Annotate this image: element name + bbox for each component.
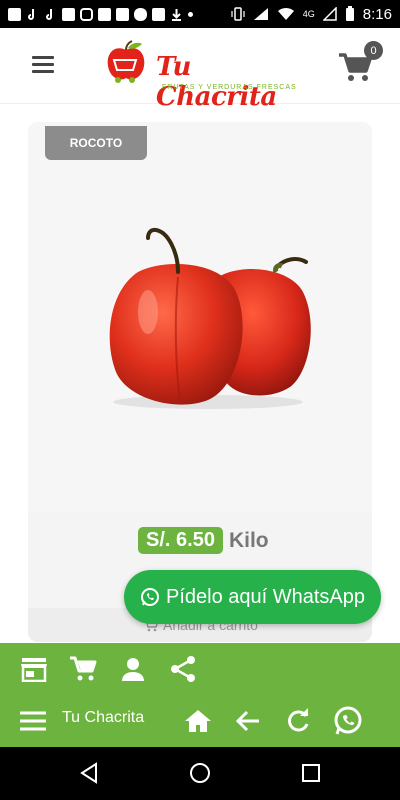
cart-count-badge: 0 bbox=[364, 41, 383, 60]
battery-icon bbox=[345, 6, 354, 21]
home-icon[interactable] bbox=[183, 706, 213, 736]
menu-line bbox=[32, 70, 54, 73]
system-icons: 4G 8:16 bbox=[231, 6, 392, 23]
back-icon[interactable] bbox=[77, 761, 101, 785]
share-icon[interactable] bbox=[168, 654, 198, 684]
person-icon[interactable] bbox=[118, 654, 148, 684]
menu-icon[interactable] bbox=[18, 706, 48, 736]
tiktok-icon bbox=[26, 8, 39, 21]
app-screen: 4G 8:16 Tu Chacrita FRUTAS Y VERDURAS FR… bbox=[0, 0, 400, 800]
clock: 8:16 bbox=[362, 5, 392, 23]
vibrate-icon bbox=[231, 7, 245, 21]
app-title-label[interactable]: Tu Chacrita bbox=[62, 709, 144, 727]
product-image[interactable] bbox=[28, 122, 372, 512]
whatsapp-icon[interactable] bbox=[333, 706, 363, 736]
photo-icon bbox=[152, 7, 165, 21]
facebook-icon bbox=[8, 7, 21, 21]
app-header: Tu Chacrita FRUTAS Y VERDURAS FRESCAS 0 bbox=[0, 28, 400, 112]
instagram-icon bbox=[80, 7, 93, 21]
product-name-tag: ROCOTO bbox=[45, 126, 147, 160]
signal-icon bbox=[322, 7, 337, 21]
apple-cart-logo-icon bbox=[107, 40, 145, 83]
brand-logo[interactable]: Tu Chacrita FRUTAS Y VERDURAS FRESCAS bbox=[104, 34, 300, 112]
product-card[interactable]: ROCOTO S/. 6.50 Kilo Añadir a carrito bbox=[28, 122, 372, 642]
menu-line bbox=[32, 56, 54, 59]
rocoto-pepper-image bbox=[109, 227, 311, 409]
refresh-icon[interactable] bbox=[283, 706, 313, 736]
home-circle-icon[interactable] bbox=[188, 761, 212, 785]
bottom-app-bar: Tu Chacrita bbox=[0, 643, 400, 747]
recents-icon[interactable] bbox=[299, 761, 323, 785]
system-nav-bar bbox=[0, 747, 400, 800]
cloud-icon bbox=[134, 7, 147, 21]
notification-icons bbox=[8, 7, 193, 21]
camera-icon bbox=[62, 7, 75, 21]
dot-icon bbox=[188, 11, 193, 17]
bottom-bar-row-nav: Tu Chacrita bbox=[0, 695, 400, 747]
whatsapp-order-button[interactable]: Pídelo aquí WhatsApp bbox=[124, 570, 381, 624]
whatsapp-label: Pídelo aquí WhatsApp bbox=[165, 585, 365, 608]
price-row: S/. 6.50 Kilo bbox=[138, 527, 269, 554]
whatsapp-icon bbox=[140, 588, 159, 606]
download-icon bbox=[170, 8, 183, 21]
hamburger-menu-button[interactable] bbox=[32, 56, 54, 74]
bottom-bar-row-actions bbox=[0, 643, 400, 695]
store-icon[interactable] bbox=[19, 654, 49, 684]
status-bar: 4G 8:16 bbox=[0, 0, 400, 28]
price-unit: Kilo bbox=[228, 528, 269, 552]
network-label: 4G bbox=[302, 9, 315, 19]
vk-icon bbox=[116, 7, 129, 21]
tiktok-icon bbox=[44, 8, 57, 21]
menu-line bbox=[32, 63, 54, 66]
logo-name: Tu Chacrita bbox=[156, 52, 277, 112]
back-arrow-icon[interactable] bbox=[233, 706, 263, 736]
price-badge: S/. 6.50 bbox=[138, 527, 223, 554]
cart-icon[interactable] bbox=[68, 654, 98, 684]
mail-icon bbox=[98, 7, 111, 21]
signal-lte-icon bbox=[253, 8, 268, 20]
wifi-icon bbox=[277, 7, 294, 20]
logo-tagline: FRUTAS Y VERDURAS FRESCAS bbox=[162, 84, 297, 91]
